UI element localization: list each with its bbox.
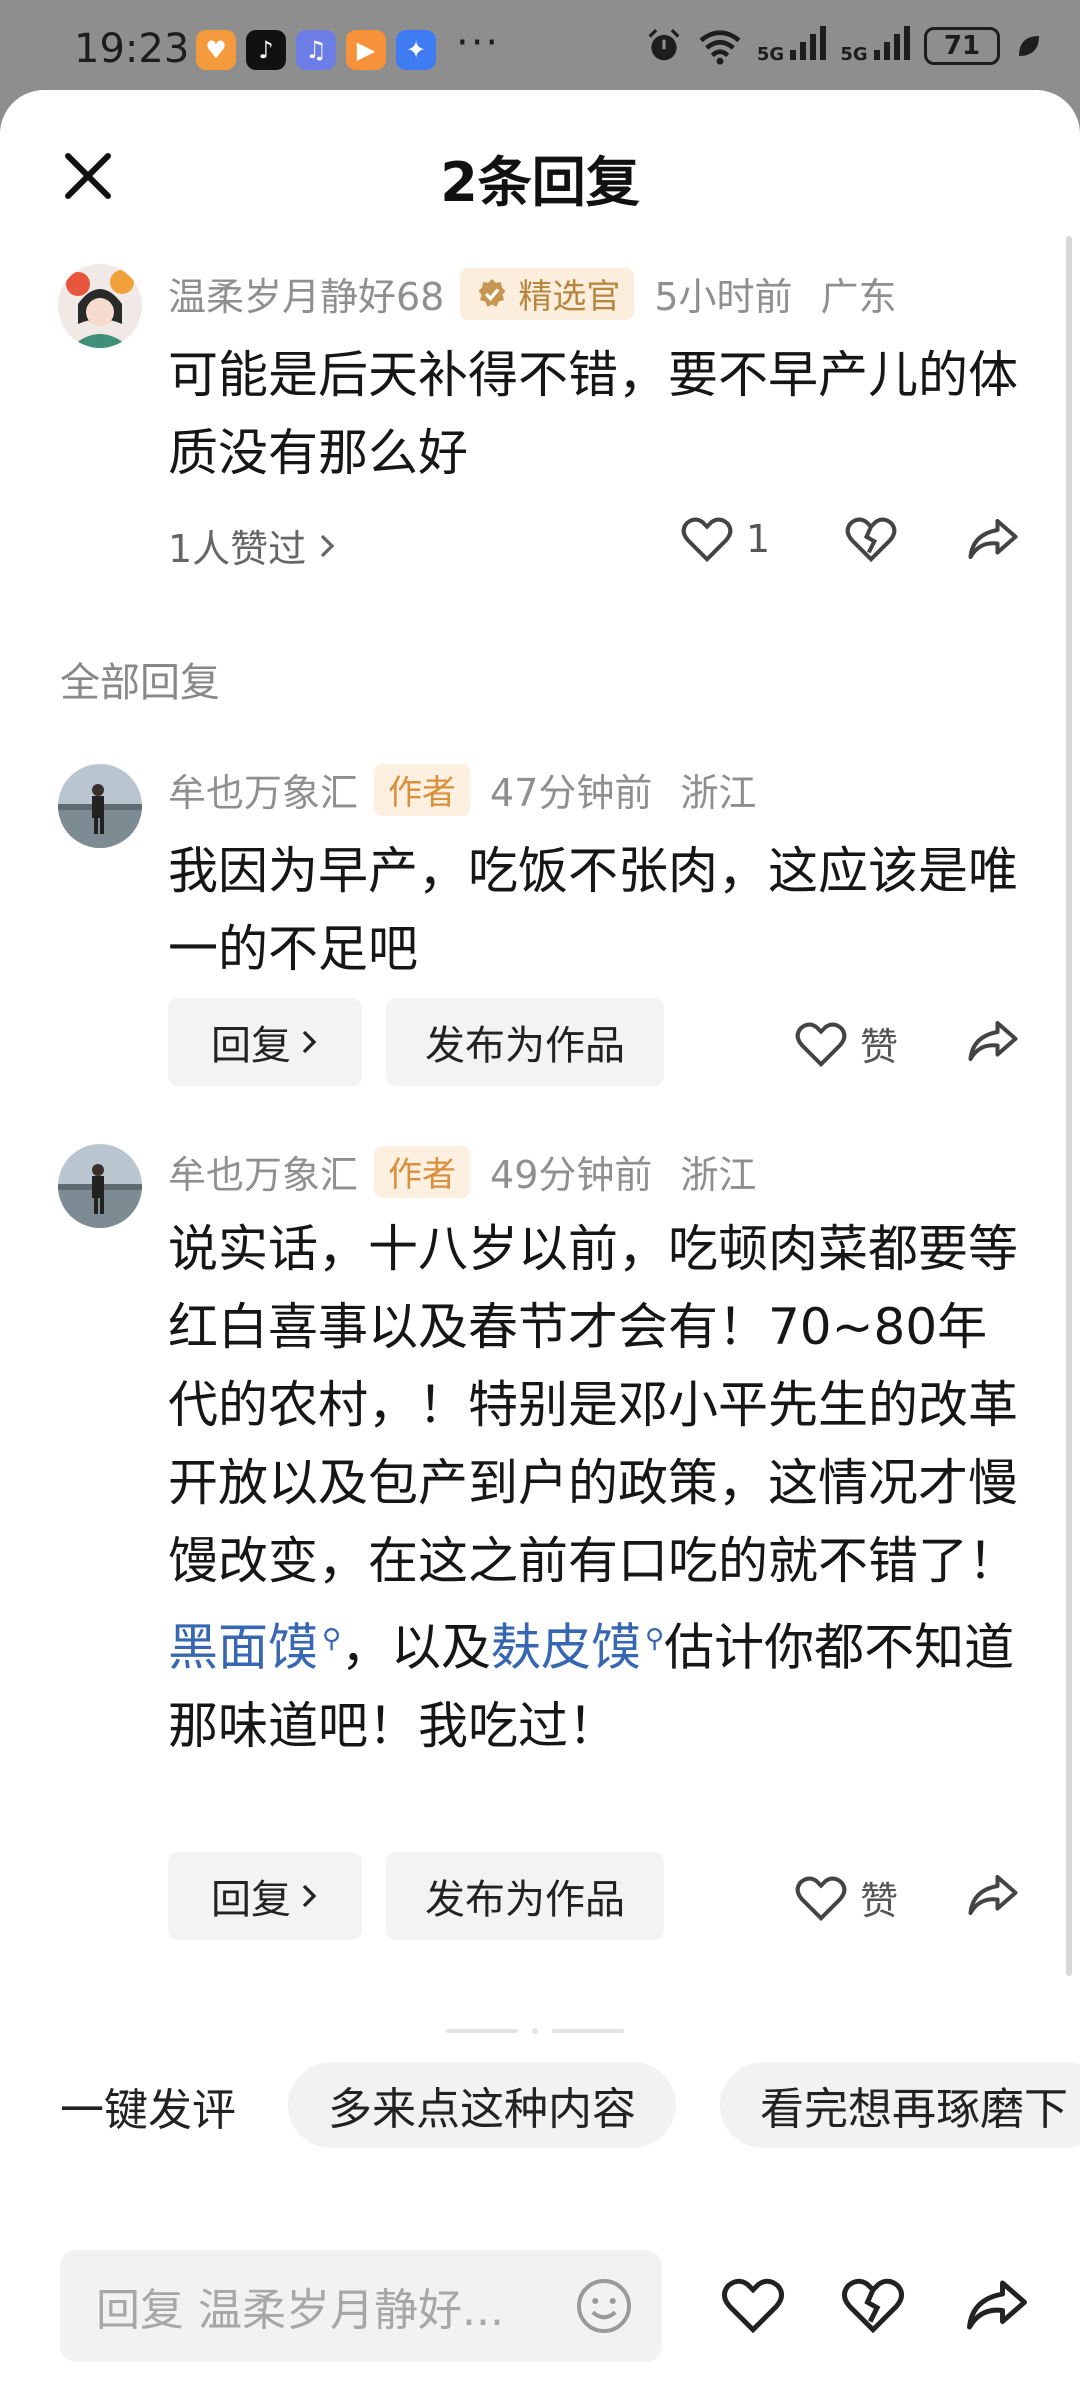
reply-location: 浙江 <box>680 1153 757 1197</box>
section-label: 全部回复 <box>60 660 220 706</box>
chevron-right-icon <box>302 1030 317 1054</box>
reply-text[interactable]: 说实话，十八岁以前，吃顿肉菜都要等红白喜事以及春节才会有！70~80年代的农村，… <box>168 1210 1028 1765</box>
chevron-right-icon <box>321 534 335 557</box>
reply-text-part: ，以及 <box>341 1618 492 1677</box>
quick-comment-chip[interactable]: 看完想再琢磨下 <box>720 2062 1080 2148</box>
loading-indicator <box>446 2028 624 2034</box>
comment-location: 广东 <box>820 275 897 319</box>
share-button[interactable] <box>966 1870 1020 1924</box>
leaf-icon <box>1019 35 1039 56</box>
avatar[interactable] <box>58 764 142 848</box>
reply-text-part: 说实话，十八岁以前，吃顿肉菜都要等红白喜事以及春节才会有！70~80年代的农村，… <box>168 1220 1018 1590</box>
battery-indicator: 71 <box>924 26 1000 65</box>
heart-icon <box>681 517 733 563</box>
search-icon: ⚲ <box>322 1624 342 1654</box>
avatar-image <box>58 1144 142 1228</box>
check-badge-icon <box>478 278 506 307</box>
likes-summary[interactable]: 1人赞过 <box>168 518 338 573</box>
like-count: 1 <box>746 517 771 561</box>
video-app-icon: ▶ <box>346 30 386 70</box>
username[interactable]: 牟也万象汇 <box>168 1144 358 1199</box>
status-time: 19:23 <box>74 26 190 72</box>
signal-1-label: 5G <box>756 44 785 65</box>
broken-heart-icon <box>845 517 897 563</box>
reply-button[interactable]: 回复 <box>168 1852 362 1940</box>
publish-as-work-button[interactable]: 发布为作品 <box>386 998 664 1086</box>
comment-meta: 温柔岁月静好68 精选官 5小时前 广东 <box>168 266 897 321</box>
share-icon <box>967 2280 1027 2330</box>
author-badge: 作者 <box>374 1145 471 1198</box>
avatar[interactable] <box>58 264 142 348</box>
reply-text[interactable]: 我因为早产，吃饭不张肉，这应该是唯一的不足吧 <box>168 832 1028 988</box>
username[interactable]: 温柔岁月静好68 <box>168 266 444 321</box>
signal-2-label: 5G <box>840 44 868 65</box>
likes-summary-label: 1人赞过 <box>168 527 307 571</box>
like-label: 赞 <box>860 1025 899 1069</box>
bottom-share-button[interactable] <box>964 2274 1030 2340</box>
publish-label: 发布为作品 <box>425 1023 625 1069</box>
bottom-like-button[interactable] <box>720 2274 786 2340</box>
share-icon <box>968 518 1018 560</box>
like-button[interactable]: 1 <box>680 514 770 564</box>
quick-comment-chip[interactable]: 多来点这种内容 <box>288 2062 676 2148</box>
reply-meta: 牟也万象汇 作者 47分钟前 浙江 <box>168 762 756 817</box>
alarm-icon <box>648 28 680 60</box>
music-app-icon: ♫ <box>296 30 336 70</box>
reply-button-label: 回复 <box>211 1877 291 1923</box>
signal-1: 5G <box>757 26 827 65</box>
share-button[interactable] <box>966 514 1020 568</box>
author-badge: 作者 <box>374 763 471 816</box>
sheet-title: 2条回复 <box>440 151 640 214</box>
bottom-dislike-button[interactable] <box>840 2274 906 2340</box>
quick-comment-row: 一键发评 多来点这种内容 看完想再琢磨下 <box>0 2062 1080 2152</box>
scrollbar[interactable] <box>1066 236 1072 1976</box>
publish-as-work-button[interactable]: 发布为作品 <box>386 1852 664 1940</box>
comment-time: 5小时前 <box>654 275 793 319</box>
like-label: 赞 <box>860 1879 899 1923</box>
heart-icon <box>795 1876 847 1921</box>
broken-heart-icon <box>841 2278 905 2334</box>
dislike-button[interactable] <box>844 514 898 568</box>
username[interactable]: 牟也万象汇 <box>168 762 358 817</box>
status-more: ··· <box>456 20 501 66</box>
share-button[interactable] <box>966 1016 1020 1070</box>
like-button[interactable]: 赞 <box>794 1870 898 1925</box>
reply-button[interactable]: 回复 <box>168 998 362 1086</box>
reply-input[interactable]: 回复 温柔岁月静好... <box>60 2250 662 2362</box>
comment-text[interactable]: 可能是后天补得不错，要不早产儿的体质没有那么好 <box>168 336 1028 492</box>
search-icon: ⚲ <box>645 1624 665 1654</box>
reply-time: 49分钟前 <box>490 1153 653 1197</box>
badge-label: 精选官 <box>518 277 621 317</box>
search-link[interactable]: 麸皮馍 <box>491 1619 641 1677</box>
status-app-icons: ♥ ♪ ♫ ▶ ✦ <box>196 30 436 70</box>
reply-meta: 牟也万象汇 作者 49分钟前 浙江 <box>168 1144 756 1199</box>
emoji-icon[interactable] <box>574 2276 634 2336</box>
quick-comment-label: 一键发评 <box>60 2085 236 2136</box>
reply-button-label: 回复 <box>211 1023 291 1069</box>
replies-sheet: 2条回复 温柔岁月静好68 精选官 5小时前 广东 可能是后天补得不错，要不早产… <box>0 90 1080 2400</box>
tiktok-app-icon: ♪ <box>246 30 286 70</box>
compass-app-icon: ✦ <box>396 30 436 70</box>
chevron-right-icon <box>302 1884 317 1908</box>
share-icon <box>968 1020 1018 1062</box>
reply-time: 47分钟前 <box>490 771 653 815</box>
signal-2: 5G <box>840 26 910 65</box>
heart-icon <box>795 1022 847 1067</box>
heart-app-icon: ♥ <box>196 30 236 70</box>
status-bar: 19:23 ♥ ♪ ♫ ▶ ✦ ··· 5G 5G 71 <box>0 0 1080 96</box>
avatar-image <box>58 764 142 848</box>
signal-bars-icon <box>874 26 910 60</box>
share-icon <box>968 1874 1018 1916</box>
search-link[interactable]: 黑面馍 <box>168 1619 318 1677</box>
signal-bars-icon <box>790 26 827 60</box>
heart-icon <box>721 2278 785 2334</box>
reply-location: 浙江 <box>680 771 757 815</box>
reply-input-placeholder: 回复 温柔岁月静好... <box>96 2285 504 2336</box>
curator-badge: 精选官 <box>460 267 635 320</box>
avatar-image <box>58 264 142 348</box>
avatar[interactable] <box>58 1144 142 1228</box>
like-button[interactable]: 赞 <box>794 1016 898 1071</box>
publish-label: 发布为作品 <box>425 1877 625 1923</box>
wifi-icon <box>699 29 741 65</box>
